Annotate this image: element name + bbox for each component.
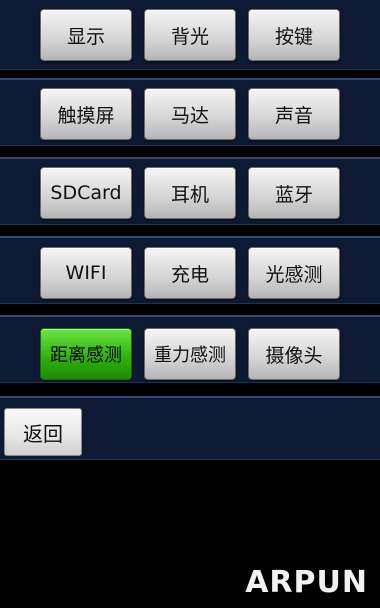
keys-button[interactable]: 按键	[248, 9, 340, 61]
charging-button[interactable]: 充电	[144, 247, 236, 299]
backlight-button[interactable]: 背光	[144, 9, 236, 61]
button-row-1: 显示 背光 按键	[0, 0, 380, 70]
motor-button[interactable]: 马达	[144, 88, 236, 140]
wifi-button[interactable]: WIFI	[40, 247, 132, 299]
watermark-logo: ARPUN	[245, 565, 368, 600]
back-button[interactable]: 返回	[4, 408, 82, 456]
light-sensor-button[interactable]: 光感测	[248, 247, 340, 299]
bluetooth-button[interactable]: 蓝牙	[248, 167, 340, 219]
camera-button[interactable]: 摄像头	[248, 328, 340, 380]
back-row: 返回	[0, 396, 380, 460]
button-row-5: 距离感测 重力感测 摄像头	[0, 315, 380, 383]
button-row-4: WIFI 充电 光感测	[0, 236, 380, 304]
button-row-2: 触摸屏 马达 声音	[0, 78, 380, 146]
sound-button[interactable]: 声音	[248, 88, 340, 140]
button-row-3: SDCard 耳机 蓝牙	[0, 157, 380, 225]
sdcard-button[interactable]: SDCard	[40, 167, 132, 219]
proximity-sensor-button[interactable]: 距离感测	[40, 328, 132, 380]
display-button[interactable]: 显示	[40, 9, 132, 61]
gravity-sensor-button[interactable]: 重力感测	[144, 328, 236, 380]
headphone-button[interactable]: 耳机	[144, 167, 236, 219]
touchscreen-button[interactable]: 触摸屏	[40, 88, 132, 140]
